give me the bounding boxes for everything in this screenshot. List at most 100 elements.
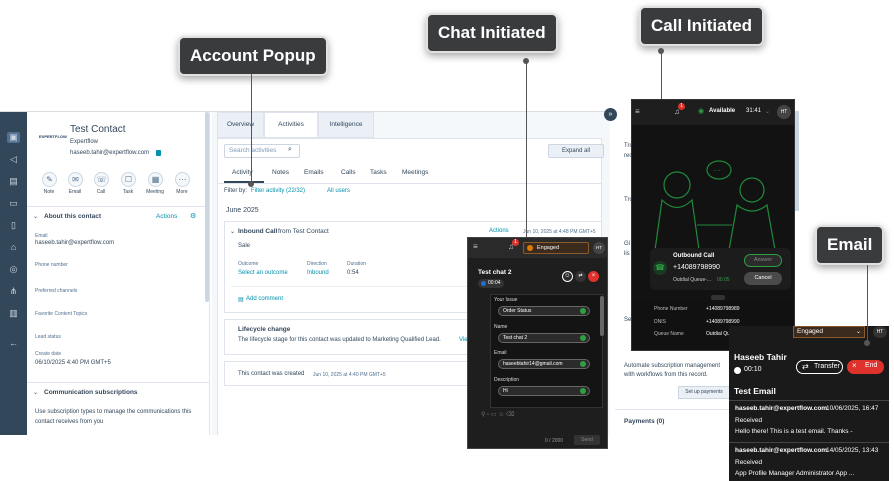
scrollbar[interactable]	[600, 296, 604, 336]
more-button[interactable]: ⋯	[175, 172, 190, 187]
task-button[interactable]: ☐	[121, 172, 136, 187]
comment-icon[interactable]: ▤	[238, 296, 244, 303]
status-dropdown[interactable]: Engaged ⌄	[793, 326, 865, 338]
char-counter: 0 / 2000	[545, 438, 564, 444]
divider	[231, 286, 481, 287]
email-message[interactable]: haseeb.tahir@expertflow.com 14/05/2025, …	[729, 443, 889, 481]
contact-sidebar: EXPERTFLOW Test Contact Expertflow hasee…	[27, 112, 210, 435]
email-widget: Engaged ⌄ HT Haseeb Tahir 00:10 ⇄ Transf…	[729, 326, 889, 481]
sidebar-text: lis	[624, 251, 630, 257]
add-comment-link[interactable]: Add comment	[246, 296, 283, 302]
chat-title: Test chat 2	[478, 269, 512, 276]
direction-dropdown[interactable]: Inbound	[307, 270, 329, 276]
handle-icon[interactable]	[711, 295, 725, 300]
field-value-create-date[interactable]: 06/10/2025 4:40 PM GMT+5	[35, 360, 111, 366]
tab-intelligence[interactable]: Intelligence	[318, 112, 374, 138]
menu-icon[interactable]: ≡	[473, 242, 478, 251]
tab-overview[interactable]: Overview	[217, 112, 264, 138]
transfer-button[interactable]: ⇄ Transfer	[796, 360, 843, 374]
chevron-down-icon[interactable]: ⌄	[765, 108, 770, 115]
copy-icon[interactable]	[156, 150, 161, 156]
cancel-button[interactable]: Cancel	[744, 272, 782, 285]
email-button[interactable]: ✉	[68, 172, 83, 187]
field-value-email[interactable]: haseeb.tahir@expertflow.com	[35, 240, 114, 246]
comm-section-title[interactable]: Communication subscriptions	[44, 389, 138, 396]
company-logo: EXPERTFLOW	[39, 134, 67, 139]
clock-icon	[481, 281, 486, 286]
issue-value: Order Status	[503, 308, 532, 314]
call-actions-dropdown[interactable]: Actions	[489, 228, 509, 234]
callout-line	[526, 61, 527, 237]
email-field[interactable]: haseebtahir14@gmail.com	[498, 359, 590, 369]
avatar[interactable]: HT	[873, 326, 887, 338]
subtab-notes[interactable]: Notes	[272, 169, 289, 176]
attachment-icon[interactable]: ⚲ ▫ ▭ ☺ ⌫	[481, 411, 514, 418]
megaphone-icon[interactable]: ◁	[7, 154, 20, 165]
send-button[interactable]: Send	[574, 435, 600, 445]
nav-rail: ▣ ◁ ▤ ▭ ▯ ⌂ ◎ ⋔ ▥ ←	[0, 112, 27, 435]
call-activity-title[interactable]: Inbound Call	[238, 228, 277, 235]
chat-timer: 00:04	[478, 279, 504, 288]
duration-label: Duration	[347, 261, 366, 267]
close-chat-icon[interactable]: ×	[588, 271, 599, 282]
scrollbar[interactable]	[795, 111, 799, 211]
note-button[interactable]: ✎	[42, 172, 57, 187]
name-field[interactable]: Test chat 2	[498, 333, 590, 343]
transfer-icon[interactable]: ⇄	[575, 271, 586, 282]
message-status: Received	[735, 459, 763, 466]
avatar[interactable]: HT	[777, 105, 791, 119]
inbox-icon[interactable]: ▤	[7, 176, 20, 187]
subtab-emails[interactable]: Emails	[304, 169, 324, 176]
scrollbar[interactable]	[205, 112, 209, 302]
field-label-lead-status: Lead status	[35, 334, 61, 340]
avatar[interactable]: HT	[593, 242, 605, 254]
filter-activity-dropdown[interactable]: Filter activity (22/32)	[251, 188, 305, 194]
menu-icon[interactable]: ≡	[635, 107, 640, 116]
issue-field[interactable]: Order Status	[498, 306, 590, 316]
call-date: Jun 10, 2025 at 4:48 PM GMT+5	[523, 229, 596, 235]
setup-payments-button[interactable]: Set up payments	[678, 386, 730, 399]
collapse-icon[interactable]: ←	[7, 338, 20, 349]
form-label-issue: Your Issue	[494, 297, 518, 303]
search-icon: ⌕	[288, 146, 292, 153]
chevron-down-icon[interactable]: ⌄	[230, 228, 235, 235]
email-message[interactable]: haseeb.tahir@expertflow.com 10/06/2025, …	[729, 401, 889, 441]
database-icon[interactable]: ◎	[7, 264, 20, 275]
subtab-meetings[interactable]: Meetings	[402, 169, 428, 176]
workflow-icon[interactable]: ⋔	[7, 286, 20, 297]
contact-email[interactable]: haseeb.tahir@expertflow.com	[70, 150, 149, 156]
tab-bar: Overview Activities Intelligence	[217, 112, 602, 138]
answer-button[interactable]: Answer	[744, 254, 782, 267]
call-button[interactable]: ☏	[94, 172, 109, 187]
outcome-dropdown[interactable]: Select an outcome	[238, 270, 288, 276]
expand-all-button[interactable]: Expand all	[548, 144, 604, 158]
expand-panel-icon[interactable]: »	[604, 108, 617, 121]
tab-activities[interactable]: Activities	[264, 112, 318, 138]
cart-icon[interactable]: ▭	[7, 198, 20, 209]
reports-icon[interactable]: ▥	[7, 308, 20, 319]
end-button[interactable]: × End	[847, 360, 884, 374]
svg-text:···: ···	[713, 166, 721, 175]
contacts-icon[interactable]: ▣	[7, 132, 20, 143]
payments-section-title[interactable]: Payments (0)	[624, 418, 664, 425]
all-users-dropdown[interactable]: All users	[327, 188, 350, 194]
sidebar-text: Gi	[624, 241, 630, 247]
gear-icon[interactable]: ⚙	[190, 212, 196, 220]
actions-dropdown[interactable]: Actions	[156, 213, 177, 220]
meeting-button[interactable]: ▦	[148, 172, 163, 187]
status-label[interactable]: Available	[709, 108, 735, 114]
subtab-tasks[interactable]: Tasks	[370, 169, 387, 176]
chevron-down-icon[interactable]: ⌄	[33, 389, 38, 396]
chevron-down-icon[interactable]: ⌄	[33, 213, 38, 220]
profile-icon[interactable]: ☺	[562, 271, 573, 282]
description-field[interactable]: Hi	[498, 386, 590, 396]
description-value: Hi	[503, 388, 508, 394]
status-dropdown[interactable]: Engaged	[523, 242, 589, 254]
home-icon[interactable]: ⌂	[7, 242, 20, 253]
message-from: haseeb.tahir@expertflow.com	[735, 447, 828, 454]
docs-icon[interactable]: ▯	[7, 220, 20, 231]
subtab-calls[interactable]: Calls	[341, 169, 355, 176]
duration-value: 0:54	[347, 270, 359, 276]
subtab-activity[interactable]: Activity	[232, 169, 253, 176]
about-section-title[interactable]: About this contact	[44, 213, 101, 220]
